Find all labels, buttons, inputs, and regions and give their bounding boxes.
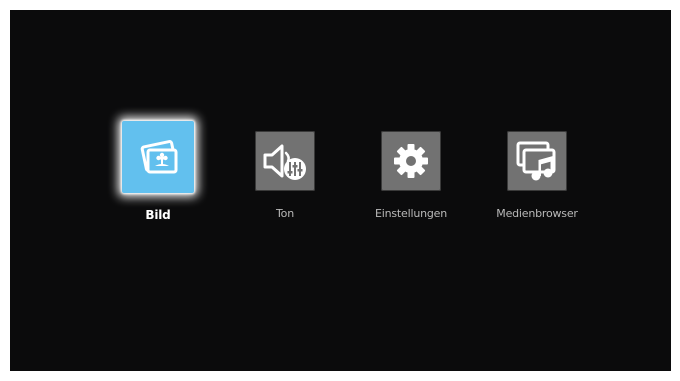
menu-label-bild: Bild [145,208,171,222]
menu-tile-medienbrowser[interactable] [507,131,567,191]
tv-screen: Bild Ton Einstellungen Medienbrowser [10,10,671,371]
media-browser-icon [516,141,556,181]
menu-item-einstellungen[interactable]: Einstellungen [351,10,471,220]
menu-tile-einstellungen[interactable] [381,131,441,191]
menu-item-medienbrowser[interactable]: Medienbrowser [477,10,597,220]
menu-label-ton: Ton [276,207,294,220]
picture-icon [140,140,178,174]
menu-tile-bild[interactable] [122,121,194,193]
gear-icon [394,144,428,178]
menu-label-einstellungen: Einstellungen [375,207,447,220]
menu-tile-ton[interactable] [255,131,315,191]
sound-settings-icon [263,144,306,180]
menu-item-ton[interactable]: Ton [225,10,345,220]
menu-label-medienbrowser: Medienbrowser [496,207,578,220]
menu-item-bild[interactable]: Bild [100,10,220,222]
